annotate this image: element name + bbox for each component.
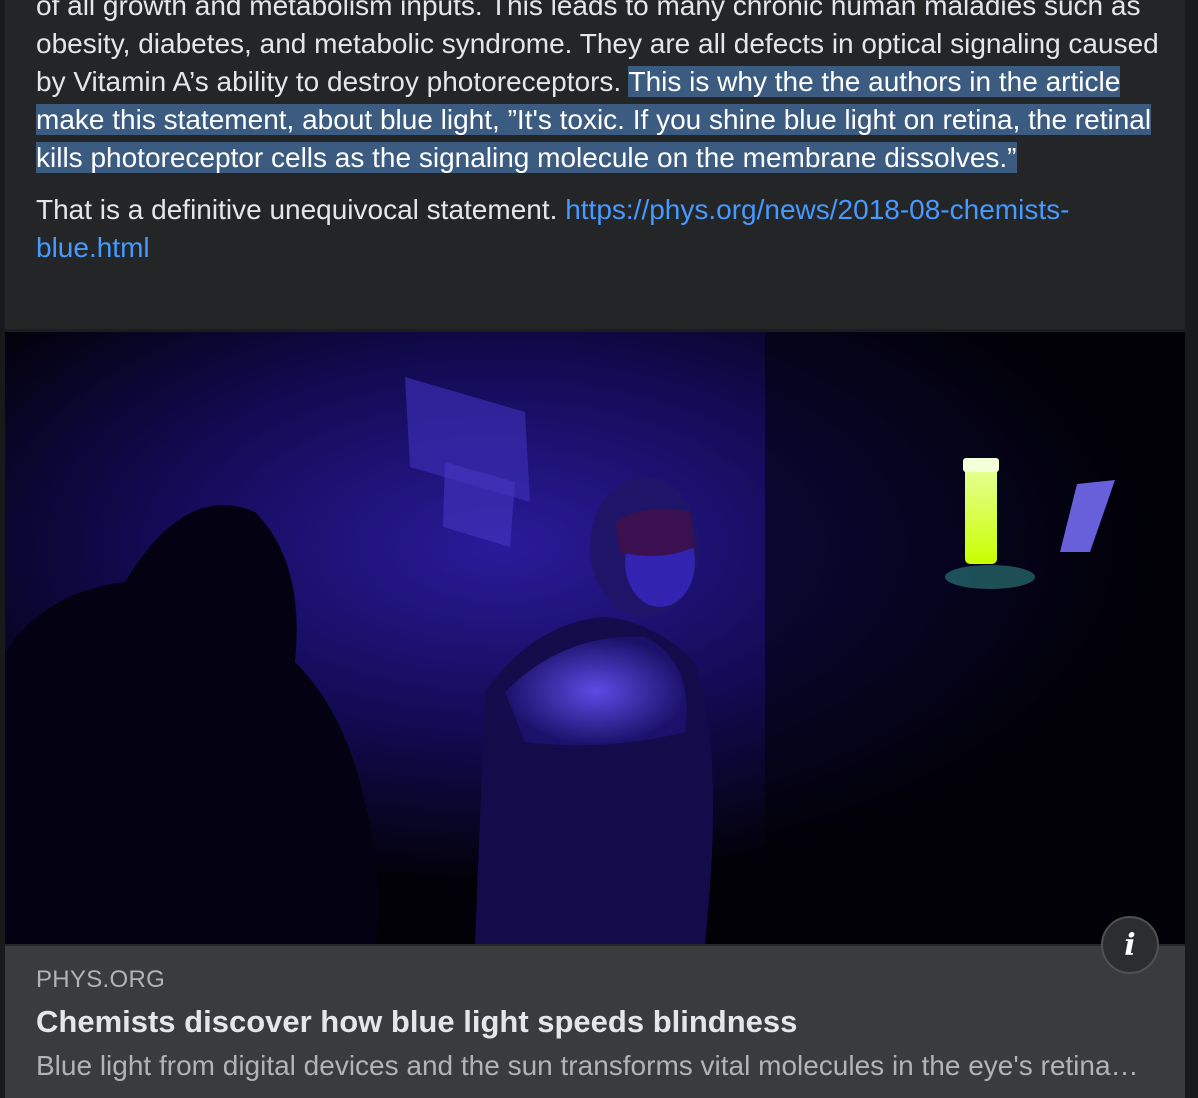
link-domain: PHYS.ORG [36,966,166,993]
post-paragraph-2: That is a definitive unequivocal stateme… [36,191,1176,267]
info-icon[interactable]: i [1101,916,1159,974]
post-body: of all growth and metabolism inputs. Thi… [36,0,1176,267]
post-text-span: That is a definitive unequivocal stateme… [36,194,566,225]
chemist-photo [5,332,1185,944]
link-preview-image[interactable] [5,332,1185,944]
link-preview-footer[interactable]: PHYS.ORG Chemists discover how blue ligh… [5,946,1185,1098]
post-paragraph-1: of all growth and metabolism inputs. Thi… [36,0,1176,177]
info-glyph: i [1124,927,1136,963]
link-description: Blue light from digital devices and the … [36,1050,1146,1081]
link-headline[interactable]: Chemists discover how blue light speeds … [36,1004,797,1040]
post-card: of all growth and metabolism inputs. Thi… [5,0,1185,1098]
